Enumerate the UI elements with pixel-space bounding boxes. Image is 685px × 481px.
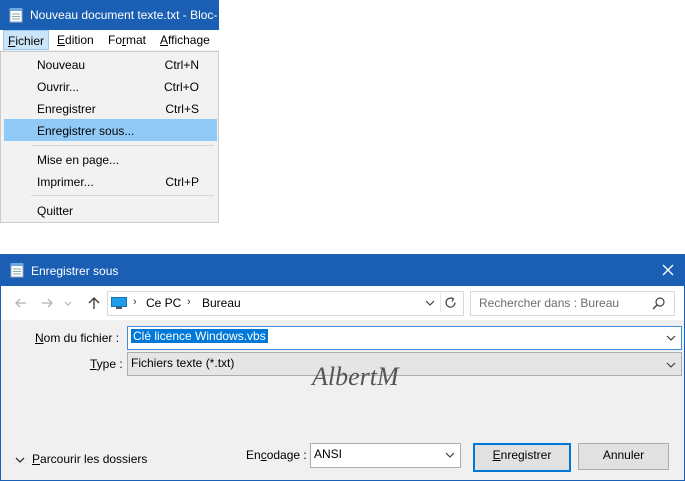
file-type-select[interactable]: Fichiers texte (*.txt) (127, 352, 682, 376)
type-label: Type : (90, 357, 123, 371)
computer-icon (111, 297, 127, 309)
menu-item-imprimer[interactable]: Imprimer... Ctrl+P (4, 170, 217, 192)
forward-arrow-icon[interactable] (39, 295, 55, 311)
navigation-bar: › Ce PC › Bureau Rechercher dans : Burea… (1, 286, 684, 320)
search-placeholder: Rechercher dans : Bureau (479, 296, 620, 310)
menu-separator (31, 195, 214, 196)
dialog-title-bar: Enregistrer sous (1, 255, 684, 286)
chevron-down-icon (445, 452, 455, 458)
notepad-menu-bar: Fichier Edition Format Affichage (0, 30, 219, 51)
menu-fichier[interactable]: Fichier (3, 30, 50, 50)
notepad-title-bar: Nouveau document texte.txt - Bloc- (0, 0, 219, 30)
menu-item-enregistrer-sous[interactable]: Enregistrer sous... (4, 119, 217, 141)
breadcrumb-ce-pc[interactable]: Ce PC (146, 296, 181, 310)
chevron-down-icon (666, 362, 676, 368)
menu-item-ouvrir[interactable]: Ouvrir... Ctrl+O (4, 75, 217, 97)
back-arrow-icon[interactable] (13, 295, 29, 311)
menu-item-mise-en-page[interactable]: Mise en page... (4, 148, 217, 170)
menu-format[interactable]: Format (108, 33, 146, 47)
address-bar[interactable]: › Ce PC › Bureau (107, 291, 464, 316)
menu-separator (31, 145, 214, 146)
breadcrumb-chevron-icon: › (187, 296, 191, 308)
file-type-value: Fichiers texte (*.txt) (131, 356, 235, 370)
filename-input[interactable]: Clé licence Windows.vbs (127, 326, 682, 350)
watermark-text: AlbertM (312, 362, 399, 391)
address-dropdown-chevron-icon[interactable] (425, 299, 435, 307)
browse-folders-label: Parcourir les dossiers (32, 452, 148, 466)
filename-label: Nom du fichier : (35, 331, 120, 345)
notepad-title: Nouveau document texte.txt - Bloc- (30, 8, 218, 22)
encoding-select[interactable]: ANSI (310, 443, 461, 468)
dialog-title: Enregistrer sous (31, 264, 119, 278)
cancel-button[interactable]: Annuler (578, 443, 669, 470)
breadcrumb-bureau[interactable]: Bureau (202, 296, 241, 310)
up-arrow-icon[interactable] (86, 295, 102, 311)
chevron-down-icon[interactable] (666, 334, 676, 342)
notepad-icon (9, 8, 23, 23)
save-button[interactable]: Enregistrer (473, 443, 571, 472)
search-input[interactable]: Rechercher dans : Bureau (470, 291, 675, 316)
save-as-dialog: Enregistrer sous › Ce PC › Bureau Recher… (0, 254, 685, 481)
file-menu-dropdown: Nouveau Ctrl+N Ouvrir... Ctrl+O Enregist… (0, 51, 219, 223)
refresh-icon[interactable] (440, 293, 461, 312)
chevron-down-icon (15, 457, 25, 463)
breadcrumb-chevron-icon: › (133, 296, 137, 308)
search-icon (652, 297, 665, 310)
menu-affichage[interactable]: Affichage (160, 33, 210, 47)
close-icon[interactable] (660, 262, 676, 278)
menu-item-nouveau[interactable]: Nouveau Ctrl+N (4, 53, 217, 75)
menu-item-quitter[interactable]: Quitter (4, 199, 217, 221)
encoding-label: Encodage : (246, 448, 307, 462)
encoding-value: ANSI (314, 447, 343, 461)
recent-locations-chevron-icon[interactable] (63, 295, 73, 311)
menu-item-enregistrer[interactable]: Enregistrer Ctrl+S (4, 97, 217, 119)
notepad-icon (10, 263, 24, 278)
menu-edition[interactable]: Edition (57, 33, 94, 47)
filename-value: Clé licence Windows.vbs (131, 329, 268, 343)
